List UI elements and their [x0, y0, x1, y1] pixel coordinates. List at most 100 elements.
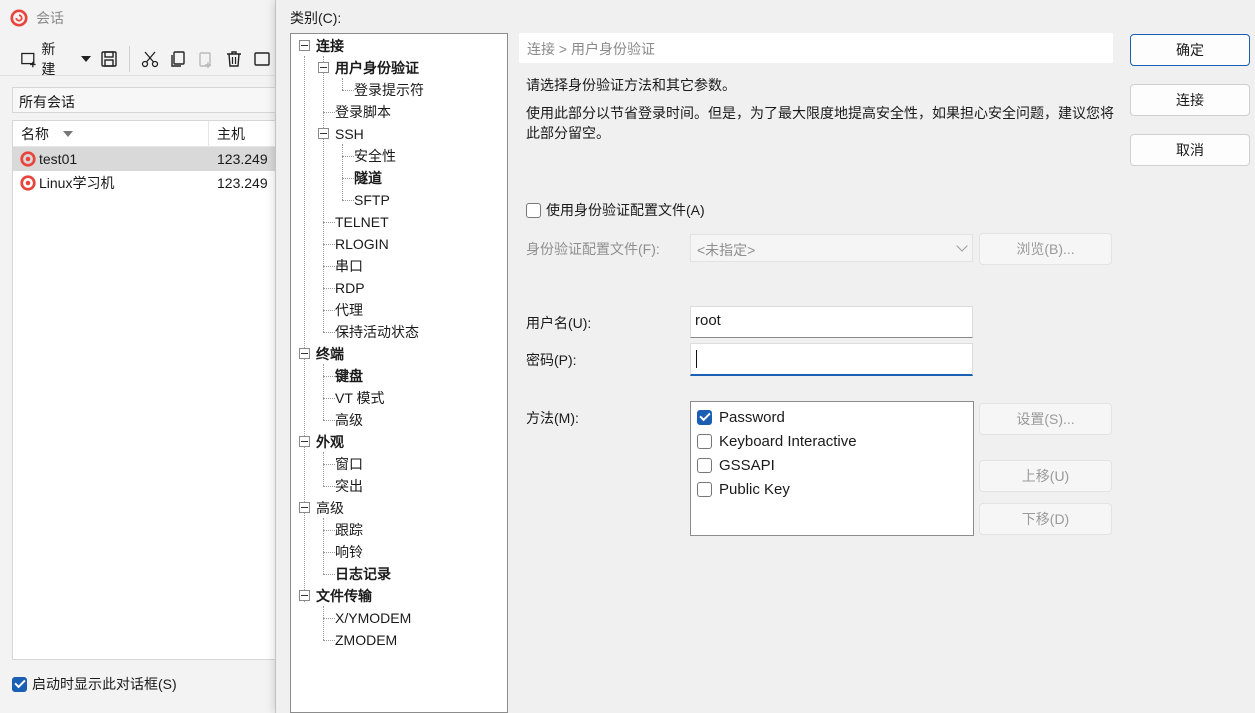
tree-item-proxy[interactable]: 代理 [335, 300, 363, 320]
tree-item-tracing[interactable]: 跟踪 [335, 520, 363, 540]
method-label-text: Password [719, 408, 785, 426]
tree-item-rlogin[interactable]: RLOGIN [335, 234, 389, 254]
tree-item-rdp[interactable]: RDP [335, 278, 365, 298]
tree-item-login-prompt[interactable]: 登录提示符 [354, 80, 424, 100]
tree-connector [323, 376, 335, 377]
new-dropdown-button[interactable] [71, 45, 95, 73]
new-session-label: 新建 [41, 40, 56, 77]
session-folder-filter[interactable]: 所有会话 [12, 87, 276, 113]
window-icon [254, 51, 270, 66]
tree-connector [323, 266, 335, 267]
method-settings-button[interactable]: 设置(S)... [979, 403, 1112, 435]
tree-connector [323, 244, 335, 245]
tree-item-bell[interactable]: 响铃 [335, 542, 363, 562]
session-row[interactable]: Linux学习机 123.249 [13, 171, 275, 195]
session-name: Linux学习机 [39, 175, 115, 191]
tree-connector [323, 332, 335, 333]
use-auth-profile-checkbox[interactable]: 使用身份验证配置文件(A) [526, 200, 705, 220]
tree-item-logging[interactable]: 日志记录 [335, 564, 391, 584]
tree-item-auth[interactable]: 用户身份验证 [335, 58, 419, 78]
tree-collapse-icon[interactable] [299, 590, 310, 601]
method-password-item[interactable]: Password [691, 405, 973, 429]
tree-connector [323, 452, 324, 486]
tree-collapse-icon[interactable] [318, 62, 329, 73]
tree-item-ssh[interactable]: SSH [335, 124, 364, 144]
copy-button[interactable] [164, 45, 192, 73]
tree-collapse-icon[interactable] [318, 128, 329, 139]
cut-button[interactable] [136, 45, 164, 73]
checkbox-unchecked-icon [697, 457, 712, 473]
tree-connector [323, 398, 335, 399]
column-header-name[interactable]: 名称 [13, 121, 209, 146]
tree-item-connection[interactable]: 连接 [316, 36, 344, 56]
tree-connector [342, 178, 354, 179]
tree-item-vt-mode[interactable]: VT 模式 [335, 388, 385, 408]
session-logo-icon [20, 175, 36, 191]
tree-connector [323, 486, 335, 487]
trash-icon [227, 50, 241, 67]
tree-collapse-icon[interactable] [299, 436, 310, 447]
delete-button[interactable] [220, 45, 248, 73]
session-manager-window: 会话 新建 所有会话 名称 主机 test01 123.249 Linux学习机… [0, 0, 276, 713]
tree-item-xymodem[interactable]: X/YMODEM [335, 608, 411, 628]
category-tree: 连接 用户身份验证 登录提示符 登录脚本 SSH 安全性 隧道 SFTP TEL… [290, 33, 508, 713]
connect-button[interactable]: 连接 [1130, 84, 1250, 116]
tree-connector [323, 288, 335, 289]
tree-item-zmodem[interactable]: ZMODEM [335, 630, 397, 650]
method-label-text: Keyboard Interactive [719, 432, 857, 450]
breadcrumb: 连接 > 用户身份验证 [519, 33, 1113, 63]
tree-item-telnet[interactable]: TELNET [335, 212, 389, 232]
show-on-startup-label: 启动时显示此对话框(S) [32, 676, 177, 692]
move-up-button[interactable]: 上移(U) [979, 460, 1112, 492]
tree-item-terminal-advanced[interactable]: 高级 [335, 410, 363, 430]
auth-profile-select: <未指定> [690, 234, 973, 262]
browse-button[interactable]: 浏览(B)... [979, 233, 1112, 265]
tree-connector [342, 156, 354, 157]
tree-connector [342, 200, 354, 201]
show-on-startup-checkbox[interactable]: 启动时显示此对话框(S) [12, 674, 177, 694]
tree-item-window[interactable]: 窗口 [335, 454, 363, 474]
column-header-host[interactable]: 主机 [209, 124, 245, 144]
app-logo-icon [10, 9, 28, 27]
new-session-button[interactable]: 新建 [16, 41, 71, 77]
tree-item-terminal[interactable]: 终端 [316, 344, 344, 364]
ok-button[interactable]: 确定 [1130, 34, 1250, 66]
tree-connector [323, 222, 335, 223]
session-row[interactable]: test01 123.249 [13, 147, 275, 171]
tree-item-serial[interactable]: 串口 [335, 256, 363, 276]
tree-item-highlight[interactable]: 突出 [335, 476, 363, 496]
tree-item-keepalive[interactable]: 保持活动状态 [335, 322, 419, 342]
paste-button[interactable] [192, 45, 220, 73]
cancel-button[interactable]: 取消 [1130, 134, 1250, 166]
sort-down-icon [63, 130, 73, 137]
tree-item-advanced[interactable]: 高级 [316, 498, 344, 518]
username-input[interactable]: root [690, 306, 973, 338]
method-public-key-item[interactable]: Public Key [691, 477, 973, 501]
tree-collapse-icon[interactable] [299, 348, 310, 359]
method-gssapi-item[interactable]: GSSAPI [691, 453, 973, 477]
move-down-button[interactable]: 下移(D) [979, 503, 1112, 535]
tree-connector [323, 530, 335, 531]
tree-connector [342, 78, 343, 90]
tree-item-keyboard[interactable]: 键盘 [335, 366, 363, 386]
session-list: 名称 主机 test01 123.249 Linux学习机 123.249 [12, 120, 276, 660]
tree-item-login-script[interactable]: 登录脚本 [335, 102, 391, 122]
chevron-down-icon [956, 240, 968, 252]
tree-collapse-icon[interactable] [299, 502, 310, 513]
tree-connector [323, 56, 324, 332]
tree-item-tunnel[interactable]: 隧道 [354, 168, 382, 188]
session-name: test01 [39, 151, 78, 167]
method-keyboard-interactive-item[interactable]: Keyboard Interactive [691, 429, 973, 453]
save-button[interactable] [95, 45, 123, 73]
tree-item-security[interactable]: 安全性 [354, 146, 396, 166]
password-input[interactable] [690, 343, 973, 376]
tree-item-file-transfer[interactable]: 文件传输 [316, 586, 372, 606]
tree-item-appearance[interactable]: 外观 [316, 432, 344, 452]
tree-connector [342, 90, 354, 91]
tree-collapse-icon[interactable] [299, 40, 310, 51]
paste-icon [199, 51, 211, 68]
tree-connector [304, 56, 305, 602]
method-label-text: Public Key [719, 480, 790, 498]
properties-button[interactable] [248, 45, 276, 73]
tree-item-sftp[interactable]: SFTP [354, 190, 390, 210]
